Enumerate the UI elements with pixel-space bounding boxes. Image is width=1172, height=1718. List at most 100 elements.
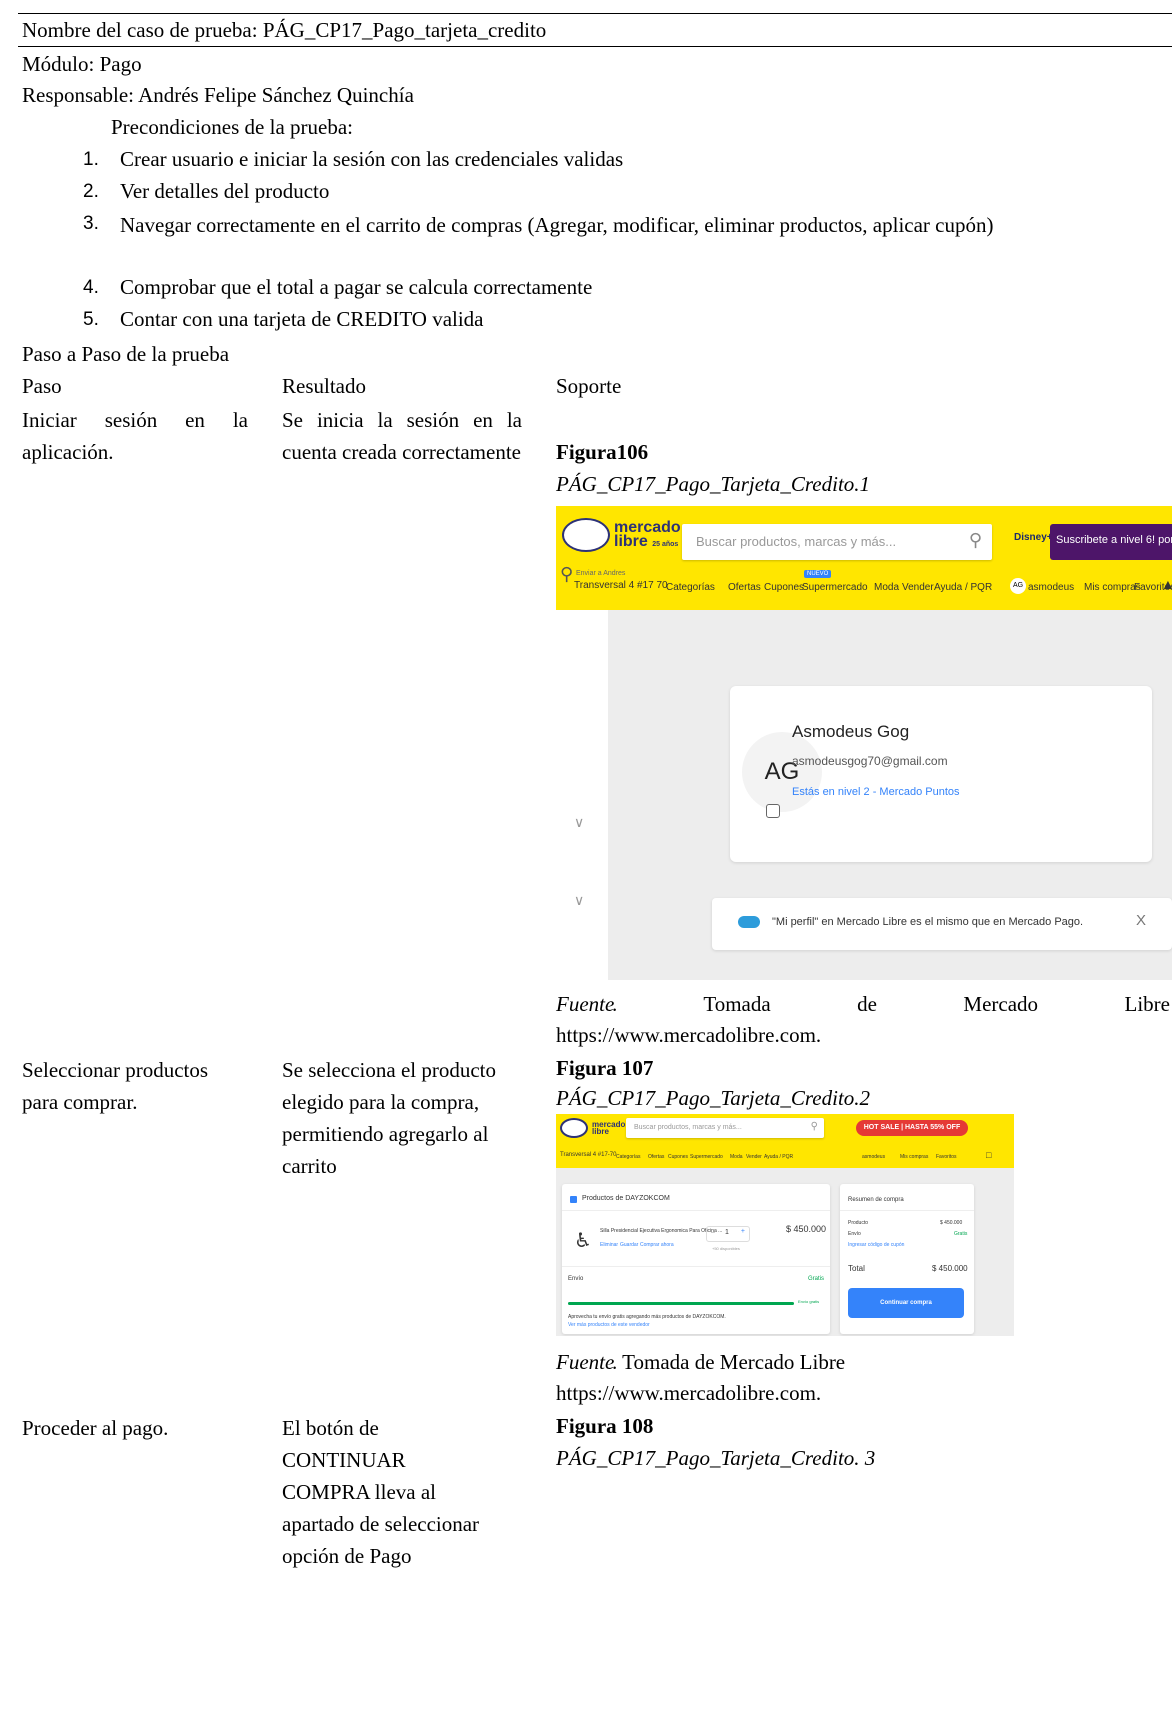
checkbox[interactable] — [570, 1196, 577, 1203]
summary-product-value: $ 450.000 — [940, 1220, 963, 1226]
nav-categorias[interactable]: Categorías — [666, 582, 715, 593]
level-link[interactable]: Estás en nivel 2 - Mercado Puntos — [792, 786, 960, 798]
chevron-down-icon[interactable]: ∨ — [574, 892, 584, 909]
free-shipping-progress — [568, 1302, 794, 1305]
ml-logo: mercado libre — [560, 1118, 625, 1138]
coupon-link[interactable]: Ingresar código de cupón — [848, 1242, 904, 1248]
source-url: https://www.mercadolibre.com. — [556, 1023, 822, 1047]
divider — [562, 1266, 830, 1267]
side-menu — [556, 610, 608, 980]
promo-banner[interactable]: Suscribete a nivel 6! por $29.990/ — [1050, 524, 1172, 560]
bell-icon[interactable]: ▲ — [1161, 576, 1172, 592]
nav-ayuda[interactable]: Ayuda / PQR — [764, 1154, 793, 1160]
profile-notice: "Mi perfil" en Mercado Libre es el mismo… — [712, 898, 1172, 950]
nav-ayuda[interactable]: Ayuda / PQR — [934, 582, 992, 593]
buy-now-link[interactable]: Comprar ahora — [640, 1242, 674, 1248]
precondition-item: Navegar correctamente en el carrito de c… — [120, 213, 994, 237]
plus-icon[interactable]: + — [741, 1228, 745, 1235]
notice-text: "Mi perfil" en Mercado Libre es el mismo… — [772, 916, 1084, 928]
location-icon[interactable]: ⚲ — [560, 564, 573, 585]
product-image[interactable]: ♿ — [574, 1228, 592, 1253]
case-name: Nombre del caso de prueba: PÁG_CP17_Pago… — [22, 18, 547, 42]
hot-sale-banner[interactable]: HOT SALE | HASTA 55% OFF — [856, 1120, 968, 1136]
nav-ofertas[interactable]: Ofertas — [728, 582, 761, 593]
cart-icon[interactable]: □ — [986, 1150, 991, 1160]
nav-moda[interactable]: Moda — [874, 582, 899, 593]
mp-logo-icon — [738, 916, 760, 928]
free-shipping-track — [568, 1302, 794, 1305]
responsible: Responsable: Andrés Felipe Sánchez Quinc… — [22, 83, 414, 107]
total-label: Total — [848, 1264, 865, 1273]
user-menu[interactable]: asmodeus — [862, 1154, 885, 1160]
chevron-down-icon[interactable]: ∨ — [574, 814, 584, 831]
profile-name: Asmodeus Gog — [792, 722, 910, 741]
user-menu[interactable]: asmodeus — [1028, 582, 1074, 593]
step-1-paso: Iniciar sesión en la aplicación. — [22, 408, 248, 464]
camera-icon[interactable] — [766, 804, 780, 818]
shipping-value: Gratis — [808, 1276, 825, 1282]
header-soporte: Soporte — [556, 374, 622, 398]
precondition-number: 2. — [83, 181, 99, 202]
more-products-link[interactable]: Ver más productos de este vendedor — [568, 1322, 650, 1328]
preconditions-title: Precondiciones de la prueba: — [111, 115, 353, 139]
product-title[interactable]: Silla Presidencial Ejecutiva Ergonomica … — [600, 1228, 722, 1234]
nav-vender[interactable]: Vender — [746, 1154, 762, 1160]
source-label: Fuente — [556, 1350, 615, 1374]
my-purchases-link[interactable]: Mis compras — [900, 1154, 928, 1160]
source-text: . Tomada de Mercado Libre — [612, 1350, 846, 1374]
nav-categorias[interactable]: Categorías — [616, 1154, 640, 1160]
minus-icon[interactable]: – — [711, 1229, 715, 1236]
nav-cupones[interactable]: Cupones — [764, 582, 804, 593]
summary-card: Resumen de compra Producto $ 450.000 Env… — [840, 1184, 974, 1334]
search-icon[interactable]: ⚲ — [969, 530, 982, 551]
available-stock: +50 disponibles — [712, 1246, 740, 1251]
steps-title: Paso a Paso de la prueba — [22, 342, 230, 366]
search-icon[interactable]: ⚲ — [811, 1121, 818, 1132]
cart-card: Productos de DAYZOKCOM ♿ Silla Presidenc… — [562, 1184, 830, 1334]
figure-label: Figura106 — [556, 440, 649, 464]
deliver-address[interactable]: Transversal 4 #17-70 — [560, 1152, 616, 1158]
deliver-address[interactable]: Transversal 4 #17 70 — [574, 580, 668, 591]
my-purchases-link[interactable]: Mis compras — [1084, 582, 1141, 593]
screenshot-profile: mercado libre 25 años Buscar productos, … — [556, 506, 1172, 980]
profile-card: AG Asmodeus Gog asmodeusgog70@gmail.com … — [730, 686, 1152, 862]
close-icon[interactable]: X — [1136, 912, 1146, 929]
top-rule — [18, 13, 1172, 14]
precondition-item: Crear usuario e iniciar la sesión con la… — [120, 147, 624, 171]
quantity-stepper[interactable]: – 1 + — [706, 1226, 750, 1242]
save-link[interactable]: Guardar — [620, 1242, 638, 1248]
disney-logo: Disney+ — [1014, 532, 1053, 543]
precondition-number: 4. — [83, 277, 99, 298]
search-input[interactable]: Buscar productos, marcas y más... ⚲ — [626, 1118, 824, 1138]
summary-shipping: Envío — [848, 1231, 861, 1237]
nav-supermercado[interactable]: Supermercado — [690, 1154, 723, 1160]
summary-shipping-value: Gratis — [954, 1231, 968, 1237]
precondition-item: Contar con una tarjeta de CREDITO valida — [120, 307, 484, 331]
nav-moda[interactable]: Moda — [730, 1154, 743, 1160]
avatar[interactable]: AG — [1010, 578, 1026, 594]
header-paso: Paso — [22, 374, 62, 398]
product-price: $ 450.000 — [786, 1224, 827, 1234]
nav-supermercado[interactable]: Supermercado — [802, 582, 868, 593]
favorites-link[interactable]: Favoritos — [936, 1154, 957, 1160]
module: Módulo: Pago — [22, 52, 142, 76]
new-badge: NUEVO — [804, 570, 832, 578]
seller-products: Productos de DAYZOKCOM — [582, 1195, 670, 1202]
precondition-number: 5. — [83, 309, 99, 330]
ml-logo: mercado libre 25 años — [562, 518, 681, 552]
nav-ofertas[interactable]: Ofertas — [648, 1154, 664, 1160]
shipping-label: Envío — [568, 1276, 584, 1282]
continue-purchase-button[interactable]: Continuar compra — [848, 1288, 964, 1318]
figure-caption: PÁG_CP17_Pago_Tarjeta_Credito. 3 — [556, 1446, 876, 1470]
delete-link[interactable]: Eliminar — [600, 1242, 618, 1248]
header-resultado: Resultado — [282, 374, 366, 398]
nav-cupones[interactable]: Cupones — [668, 1154, 688, 1160]
promo-line: Aprovecha tu envío gratis agregando más … — [568, 1314, 726, 1320]
nav-vender[interactable]: Vender — [902, 582, 934, 593]
step-2-resultado: Se selecciona el producto elegido para l… — [282, 1058, 496, 1178]
source-text: . Tomada de Mercado Libre — [612, 992, 1170, 1016]
deliver-label: Enviar a Andres — [576, 570, 626, 577]
summary-title: Resumen de compra — [848, 1197, 904, 1203]
handshake-icon — [562, 518, 610, 552]
search-input[interactable]: Buscar productos, marcas y más... ⚲ — [682, 524, 992, 560]
